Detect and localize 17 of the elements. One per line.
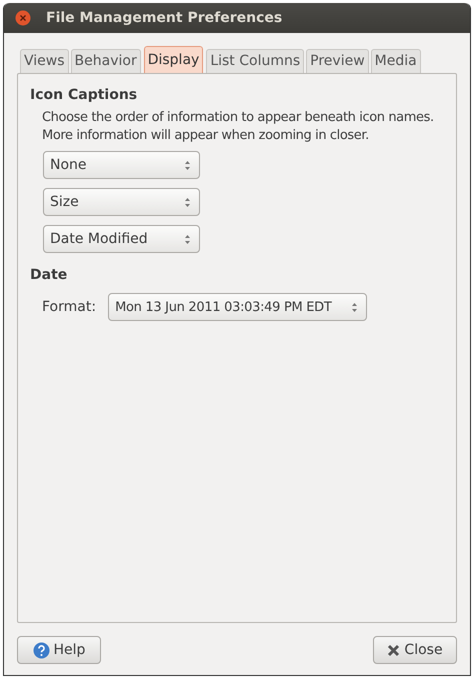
tab[interactable]: List Columns — [206, 49, 304, 73]
format-label: Format: — [42, 299, 96, 315]
description-text: Choose the order of information to appear beneath icon names. More information will appear when zooming in closer. — [42, 109, 435, 145]
section-heading: Icon Captions — [30, 87, 138, 103]
dropdown[interactable]: None — [43, 151, 200, 179]
tab[interactable]: Views — [20, 49, 69, 73]
tab[interactable]: Display — [144, 46, 204, 73]
close-button[interactable]: Close — [373, 636, 457, 664]
help-button[interactable]: Help — [17, 636, 101, 664]
tab[interactable]: Preview — [306, 49, 369, 73]
tab[interactable]: Behavior — [70, 49, 141, 73]
dropdown[interactable]: Date Modified — [43, 225, 200, 253]
window-title: File Management Preferences — [46, 10, 282, 26]
dropdown[interactable]: Size — [43, 188, 200, 216]
tab[interactable]: Media — [370, 49, 421, 73]
dropdown[interactable]: Mon 13 Jun 2011 03:03:49 PM EDT — [108, 293, 368, 321]
section-heading: Date — [30, 267, 68, 283]
